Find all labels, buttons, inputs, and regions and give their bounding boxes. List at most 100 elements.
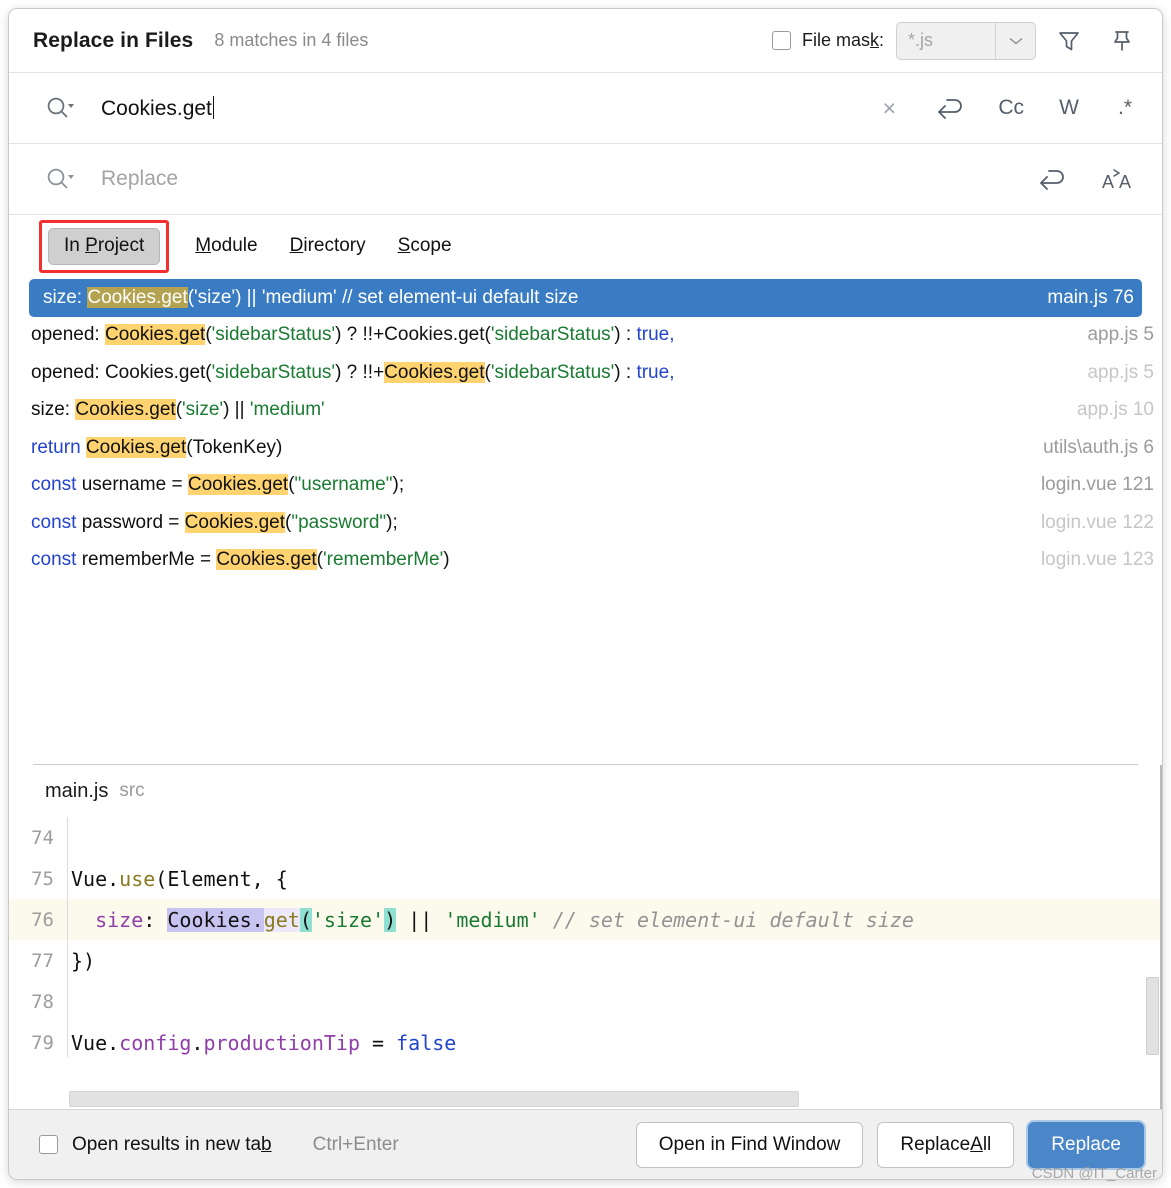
code-fragment: 'medium' [249,399,325,421]
replace-search-icon[interactable] [45,166,75,192]
editor-vertical-scrollbar[interactable] [1146,977,1159,1055]
match-highlight: Cookies.get [184,511,286,533]
scope-annotation-box: In Project [39,219,170,273]
search-icon[interactable] [45,95,75,121]
open-in-find-window-button[interactable]: Open in Find Window [635,1121,864,1168]
result-row[interactable]: opened: Cookies.get('sidebarStatus') ? !… [9,354,1162,392]
editor-line[interactable]: 77}) [9,940,1162,981]
code-editor[interactable]: 74 75 Vue.use(Element, {76 size: Cookies.g… [9,817,1162,1063]
code-fragment: size: [43,286,88,308]
result-row[interactable]: return Cookies.get(TokenKey) utils\auth.j… [9,429,1162,467]
editor-line-code: size: Cookies.get('size') || 'medium' //… [63,907,914,932]
whole-words-toggle[interactable]: W [1052,90,1086,126]
preview-file-name: main.js [45,779,109,802]
code-token: false [396,1030,457,1055]
editor-line[interactable]: 78 [9,981,1162,1022]
match-highlight: Cookies.get [216,549,317,571]
shortcut-hint: Ctrl+Enter [312,1133,399,1155]
clear-search-icon[interactable]: × [872,90,906,126]
code-fragment: const [31,511,77,533]
open-results-new-tab-label[interactable]: Open results in new tab [72,1134,272,1156]
editor-line[interactable]: 74 [9,817,1162,858]
code-token: size [95,907,144,932]
preview-right-border [1160,765,1162,1109]
result-row[interactable]: const username = Cookies.get("username")… [9,467,1162,505]
preview-pane: main.js src 74 75 Vue.use(Element, {76 siz… [9,765,1162,1109]
code-token: config [119,1030,192,1055]
svg-text:A: A [1119,172,1131,192]
code-fragment: 'sidebarStatus' [490,324,615,346]
replace-all-button[interactable]: Replace All [877,1121,1015,1168]
scope-tab-in-project[interactable]: In Project [48,227,161,265]
page-title: Replace in Files [33,28,194,52]
file-mask-label-pre: File mas [801,30,870,50]
editor-line-code: Vue.config.productionTip = false [63,1031,456,1055]
scope-tab-module-mnemonic: M [195,235,212,256]
code-fragment: ); [386,511,398,533]
code-fragment: opened: Cookies.get( [31,361,212,383]
search-history-icon[interactable] [928,90,970,126]
result-row-code: const username = Cookies.get("username")… [31,474,404,496]
chevron-down-icon[interactable] [995,22,1035,59]
code-token: : [143,907,168,932]
code-fragment: opened: [31,324,105,346]
code-fragment: username = [76,474,188,496]
file-mask-value[interactable]: *.js [897,30,995,51]
result-row-code: opened: Cookies.get('sidebarStatus') ? !… [31,361,674,384]
code-token: 'medium' [444,907,541,932]
result-row-file: app.js 5 [1087,361,1154,383]
open-results-new-tab-checkbox[interactable] [39,1135,58,1154]
pin-icon[interactable] [1102,21,1142,61]
line-number: 74 [31,826,54,849]
replace-button[interactable]: Replace [1028,1121,1144,1168]
search-results-list[interactable]: size: Cookies.get('size') || 'medium' //… [9,277,1162,764]
scope-tab-in-project-post: roject [97,234,145,256]
code-token: use [119,866,156,891]
code-fragment: 'rememberMe' [323,549,444,571]
match-summary: 8 matches in 4 files [214,30,369,50]
footer-buttons: Open in Find Window Replace All Replace [635,1121,1144,1168]
match-highlight: Cookies.get [384,361,485,383]
scope-tab-scope[interactable]: Scope [382,229,468,263]
scope-tab-module[interactable]: Module [179,229,273,263]
preserve-case-icon[interactable]: A A [1094,161,1142,197]
replace-input[interactable]: Replace [101,167,178,191]
search-options: × Cc W .* [850,90,1142,126]
preview-file-path: src [119,780,145,801]
code-fragment: (TokenKey) [186,436,283,458]
editor-line[interactable]: 79 Vue.config.productionTip = false [9,1022,1162,1063]
code-fragment: ) : [614,361,637,383]
replace-all-label-post: ll [982,1133,992,1155]
open-results-new-tab-label-pre: Open results in new ta [72,1133,262,1155]
code-fragment: 'sidebarStatus' [211,361,336,383]
header-controls: File mask: *.js [771,21,1142,61]
scope-tab-directory[interactable]: Directory [274,229,382,263]
code-fragment: ) [443,549,450,571]
result-row-file: app.js 5 [1087,324,1154,346]
code-fragment: ) : [614,324,637,346]
regex-toggle[interactable]: .* [1108,90,1142,126]
result-row[interactable]: const rememberMe = Cookies.get('remember… [9,542,1162,580]
result-row[interactable]: size: Cookies.get('size') || 'medium' //… [29,279,1142,317]
editor-line[interactable]: 75 Vue.use(Element, { [9,858,1162,899]
result-row[interactable]: opened: Cookies.get('sidebarStatus') ? !… [9,317,1162,355]
file-mask-checkbox[interactable] [771,31,791,50]
match-case-toggle[interactable]: Cc [992,90,1030,126]
replace-history-icon[interactable] [1030,161,1072,197]
code-token: Vue. [71,1030,120,1055]
result-row[interactable]: const password = Cookies.get("password")… [9,504,1162,542]
replace-in-files-dialog: Replace in Files 8 matches in 4 files Fi… [0,0,1171,1188]
code-fragment: ) || [223,399,250,421]
result-row-file: main.js 76 [1047,286,1134,308]
result-row-code: opened: Cookies.get('sidebarStatus') ? !… [31,324,675,346]
result-row[interactable]: size: Cookies.get('size') || 'medium' app… [9,392,1162,430]
editor-horizontal-scrollbar[interactable] [69,1091,799,1107]
file-mask-label: File mask: [802,30,884,51]
filter-icon[interactable] [1049,21,1089,61]
search-input[interactable]: Cookies.get [101,95,214,121]
file-mask-combobox[interactable]: *.js [896,21,1036,60]
scope-tab-directory-label: irectory [303,235,366,256]
editor-line[interactable]: 76 size: Cookies.get('size') || 'medium'… [9,899,1162,940]
